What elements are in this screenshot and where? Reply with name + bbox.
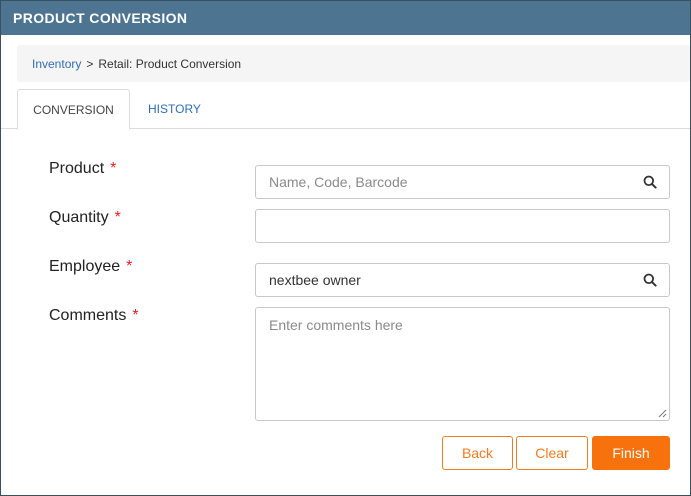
- breadcrumb-trail: Inventory > Retail: Product Conversion: [32, 57, 241, 71]
- employee-search-button[interactable]: [631, 264, 669, 296]
- resize-grip-icon[interactable]: [657, 408, 667, 418]
- tab-conversion[interactable]: CONVERSION: [17, 89, 130, 130]
- employee-input[interactable]: [256, 264, 669, 296]
- finish-button[interactable]: Finish: [592, 436, 670, 470]
- required-marker: *: [114, 209, 121, 226]
- quantity-input[interactable]: [256, 210, 669, 242]
- comments-field: [255, 307, 670, 421]
- back-button[interactable]: Back: [442, 436, 513, 470]
- window-frame: PRODUCT CONVERSION Inventory > Retail: Pro…: [0, 0, 691, 496]
- search-icon: [643, 175, 657, 189]
- required-marker: *: [132, 307, 139, 324]
- required-marker: *: [126, 258, 133, 275]
- employee-field: [255, 263, 670, 297]
- product-input[interactable]: [256, 166, 669, 198]
- tab-history[interactable]: HISTORY: [133, 89, 216, 129]
- quantity-label-text: Quantity: [49, 209, 109, 226]
- title-bar: PRODUCT CONVERSION: [1, 1, 690, 35]
- search-icon: [643, 273, 657, 287]
- comments-label: Comments *: [49, 307, 139, 325]
- breadcrumb-current: Retail: Product Conversion: [98, 57, 242, 71]
- window-title: PRODUCT CONVERSION: [13, 10, 188, 26]
- breadcrumb-separator: >: [86, 57, 94, 71]
- tab-bar: CONVERSION HISTORY: [1, 89, 690, 130]
- quantity-field: [255, 209, 670, 243]
- product-search-button[interactable]: [631, 166, 669, 198]
- product-label: Product *: [49, 160, 116, 178]
- employee-label: Employee *: [49, 258, 132, 276]
- breadcrumb: Inventory > Retail: Product Conversion: [17, 45, 690, 82]
- breadcrumb-link-inventory[interactable]: Inventory: [32, 57, 81, 71]
- required-marker: *: [110, 160, 117, 177]
- comments-textarea[interactable]: [256, 308, 669, 420]
- employee-label-text: Employee: [49, 258, 121, 275]
- clear-button[interactable]: Clear: [516, 436, 588, 470]
- quantity-label: Quantity *: [49, 209, 121, 227]
- product-label-text: Product: [49, 160, 105, 177]
- product-field: [255, 165, 670, 199]
- comments-label-text: Comments: [49, 307, 127, 324]
